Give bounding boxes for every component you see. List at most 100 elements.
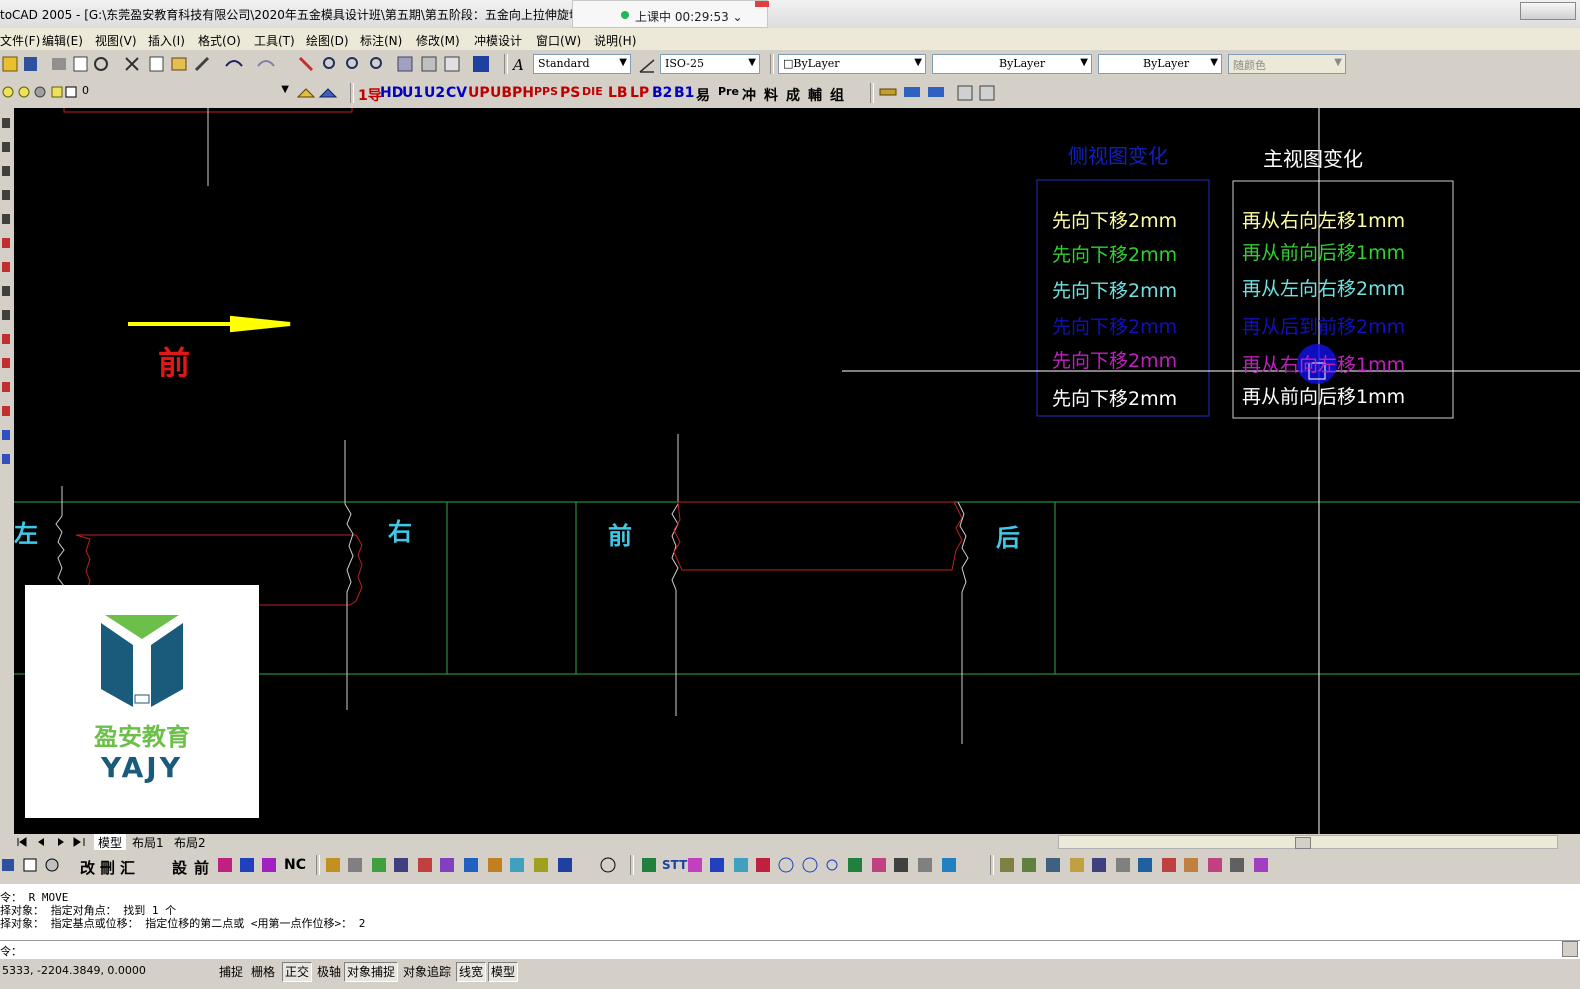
status-toggle-0[interactable]: 捕捉 xyxy=(216,962,247,982)
menu-window[interactable]: 窗口(W) xyxy=(536,32,581,49)
die-tool-2[interactable]: U1 xyxy=(402,85,423,101)
bottom-tool-nc[interactable]: NC xyxy=(284,857,306,873)
die-tool-0[interactable]: 1导 xyxy=(358,85,382,105)
scrollbar-thumb[interactable] xyxy=(1295,837,1311,849)
menu-help[interactable]: 说明(H) xyxy=(594,32,636,49)
class-timer[interactable]: 上课中 00:29:53 ⌄ xyxy=(572,0,769,28)
bottom-toolbar-icons-d[interactable] xyxy=(686,856,986,876)
die-tool-13[interactable]: B2 xyxy=(652,85,672,101)
dim-style-icon[interactable] xyxy=(638,56,658,74)
die-tool-20[interactable]: 輔 xyxy=(808,85,822,105)
die-tool-6[interactable]: UB xyxy=(490,85,512,101)
front-step-5: 再从前向后移1mm xyxy=(1242,386,1406,408)
die-tool-18[interactable]: 料 xyxy=(764,85,778,105)
bottom-tool-front[interactable]: 前 xyxy=(194,857,209,878)
front-label: 前 xyxy=(608,522,632,550)
linetype-select[interactable]: ByLayer ▼ xyxy=(932,54,1092,74)
die-tool-17[interactable]: 冲 xyxy=(742,85,756,105)
draw-toolbar[interactable] xyxy=(0,108,14,834)
menu-insert[interactable]: 插入(I) xyxy=(148,32,185,49)
chevron-down-icon: ▼ xyxy=(748,57,756,68)
bottom-toolbar-icons-e[interactable] xyxy=(998,856,1278,876)
die-tool-4[interactable]: CV xyxy=(446,85,467,101)
side-step-0: 先向下移2mm xyxy=(1052,210,1178,232)
side-step-5: 先向下移2mm xyxy=(1052,388,1178,410)
die-tool-11[interactable]: LB xyxy=(608,85,628,101)
die-tool-12[interactable]: LP xyxy=(630,85,649,101)
die-tool-21[interactable]: 组 xyxy=(830,85,844,105)
status-toggle-1[interactable]: 栅格 xyxy=(248,962,279,982)
tab-layout2[interactable]: 布局2 xyxy=(174,834,206,851)
die-design-toolbar: 1导 HD U1 U2 CV UP UB PH PPS PS DIE LB LP B2 B1 易 Pre 冲料成輔… xyxy=(358,84,868,104)
command-prompt-label: 令： xyxy=(0,945,22,958)
lineweight-select[interactable]: ByLayer ▼ xyxy=(1098,54,1222,74)
front-step-4: 再从右向左移1mm xyxy=(1242,354,1406,376)
command-input[interactable]: 令： xyxy=(0,940,1580,959)
die-tool-16[interactable]: Pre xyxy=(718,85,739,98)
die-tool-3[interactable]: U2 xyxy=(424,85,445,101)
status-toggle-7[interactable]: 模型 xyxy=(488,962,519,982)
bottom-tool-delete[interactable]: 刪 xyxy=(100,857,115,878)
bottom-tool-modify[interactable]: 改 xyxy=(80,857,95,878)
menu-draw[interactable]: 绘图(D) xyxy=(306,32,349,49)
front-step-1: 再从前向后移1mm xyxy=(1242,242,1406,264)
window-restore-button[interactable] xyxy=(1520,2,1576,20)
die-tool-7[interactable]: PH xyxy=(512,85,534,101)
bottom-tool-stt[interactable]: STT xyxy=(662,858,687,872)
status-toggle-3[interactable]: 极轴 xyxy=(314,962,345,982)
bottom-toolbar-icons-a[interactable] xyxy=(0,856,70,876)
menu-modify[interactable]: 修改(M) xyxy=(416,32,460,49)
menu-tools[interactable]: 工具(T) xyxy=(254,32,295,49)
toolbar-separator xyxy=(870,83,874,103)
horizontal-scrollbar[interactable] xyxy=(1058,835,1558,849)
chevron-down-icon: ▼ xyxy=(281,84,289,95)
chevron-down-icon: ▼ xyxy=(1210,57,1218,68)
die-tool-10[interactable]: DIE xyxy=(582,85,603,98)
bottom-toolbar-icons-c[interactable] xyxy=(324,856,624,876)
bottom-tool-summary[interactable]: 汇 xyxy=(120,857,135,878)
menu-dimension[interactable]: 标注(N) xyxy=(360,32,402,49)
tab-model[interactable]: 模型 xyxy=(94,834,127,851)
tab-nav-arrows-icon[interactable] xyxy=(14,835,90,849)
status-toggle-2[interactable]: 正交 xyxy=(282,962,313,982)
layout-tabs-row: 模型 布局1 布局2 xyxy=(0,834,1580,851)
menu-edit[interactable]: 编辑(E) xyxy=(42,32,83,49)
status-toggle-6[interactable]: 线宽 xyxy=(456,962,487,982)
layer-manager-icons[interactable] xyxy=(296,83,340,103)
die-tool-1[interactable]: HD xyxy=(380,85,403,101)
menu-file[interactable]: 文件(F) xyxy=(0,32,40,49)
die-tool-5[interactable]: UP xyxy=(468,85,490,101)
back-label: 后 xyxy=(996,524,1020,552)
tab-layout1[interactable]: 布局1 xyxy=(132,834,164,851)
die-tool-19[interactable]: 成 xyxy=(786,85,800,105)
die-tool-14[interactable]: B1 xyxy=(674,85,694,101)
status-toggle-5[interactable]: 对象追踪 xyxy=(400,962,455,982)
menu-view[interactable]: 视图(V) xyxy=(95,32,137,49)
die-tool-8[interactable]: PPS xyxy=(534,85,558,98)
die-tool-15[interactable]: 易 xyxy=(696,85,710,105)
standard-toolbar-icons[interactable] xyxy=(0,54,500,76)
logo: 盈安教育 YAJY xyxy=(25,585,259,818)
layer-select[interactable]: 0 ▼ xyxy=(78,82,292,102)
text-style-select[interactable]: Standard ▼ xyxy=(533,54,631,74)
die-tool-9[interactable]: PS xyxy=(560,85,580,101)
menu-format[interactable]: 格式(O) xyxy=(198,32,241,49)
command-line: 择对象： 指定基点或位移： 指定位移的第二点或 <用第一点作位移>： 2 xyxy=(0,917,366,930)
front-view-title: 主视图变化 xyxy=(1263,147,1363,171)
side-view-title: 侧视图变化 xyxy=(1068,144,1168,168)
bottom-toolbar-icons-b[interactable] xyxy=(216,856,280,876)
toolbar-separator xyxy=(770,54,774,74)
command-scroll-button[interactable] xyxy=(1562,941,1578,957)
color-select[interactable]: □ByLayer ▼ xyxy=(778,54,926,74)
menu-die-design[interactable]: 冲模设计 xyxy=(474,32,522,49)
timer-close-icon[interactable] xyxy=(755,1,769,7)
toolbar-separator xyxy=(316,855,320,875)
dim-style-select[interactable]: ISO-25 ▼ xyxy=(660,54,760,74)
layer-state-icons[interactable] xyxy=(0,83,80,103)
extra-tool-icons[interactable] xyxy=(878,83,998,103)
text-style-icon[interactable]: A xyxy=(511,56,531,74)
chevron-down-icon: ⌄ xyxy=(732,10,743,24)
status-toggle-4[interactable]: 对象捕捉 xyxy=(344,962,399,982)
bottom-tool-icon[interactable] xyxy=(638,856,664,876)
bottom-tool-setup[interactable]: 設 xyxy=(172,857,187,878)
